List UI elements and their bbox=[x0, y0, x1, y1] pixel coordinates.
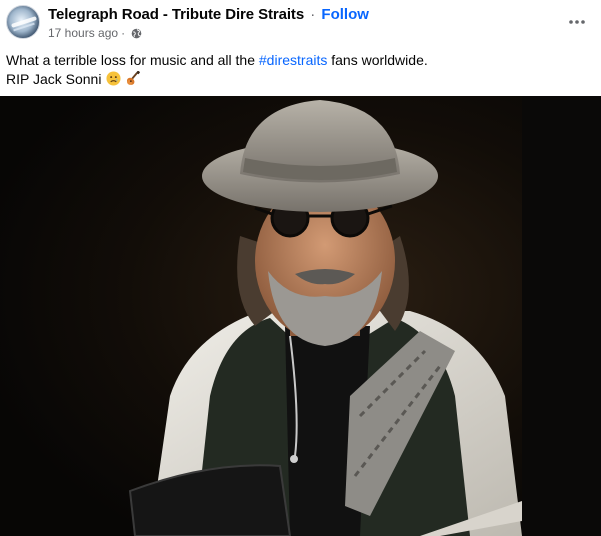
post-title-line: Telegraph Road - Tribute Dire Straits · … bbox=[48, 6, 369, 24]
post-meta: 17 hours ago · bbox=[48, 26, 142, 40]
message-text-end: fans worldwide. bbox=[327, 52, 428, 68]
more-horizontal-icon bbox=[569, 20, 585, 24]
post-message-line-1: What a terrible loss for music and all t… bbox=[6, 51, 596, 70]
sad-face-emoji bbox=[106, 71, 121, 86]
post-message-line-2: RIP Jack Sonni bbox=[6, 70, 596, 89]
meta-separator: · bbox=[121, 26, 126, 40]
post-photo-image bbox=[0, 96, 601, 536]
post-message: What a terrible loss for music and all t… bbox=[6, 51, 596, 89]
follow-button[interactable]: Follow bbox=[321, 6, 369, 23]
post-timestamp[interactable]: 17 hours ago bbox=[48, 26, 118, 40]
message-rip-text: RIP Jack Sonni bbox=[6, 71, 102, 87]
more-options-button[interactable] bbox=[565, 10, 589, 34]
page-avatar[interactable] bbox=[6, 5, 40, 39]
page-name-link[interactable]: Telegraph Road - Tribute Dire Straits bbox=[48, 6, 304, 23]
post-header: Telegraph Road - Tribute Dire Straits · … bbox=[0, 0, 601, 46]
hashtag-link[interactable]: #direstraits bbox=[259, 52, 327, 68]
feed-post: Telegraph Road - Tribute Dire Straits · … bbox=[0, 0, 601, 536]
guitar-emoji bbox=[127, 71, 141, 85]
title-separator: · bbox=[310, 6, 316, 23]
message-text-start: What a terrible loss for music and all t… bbox=[6, 52, 259, 68]
post-photo[interactable] bbox=[0, 96, 601, 536]
globe-icon[interactable] bbox=[131, 28, 142, 39]
